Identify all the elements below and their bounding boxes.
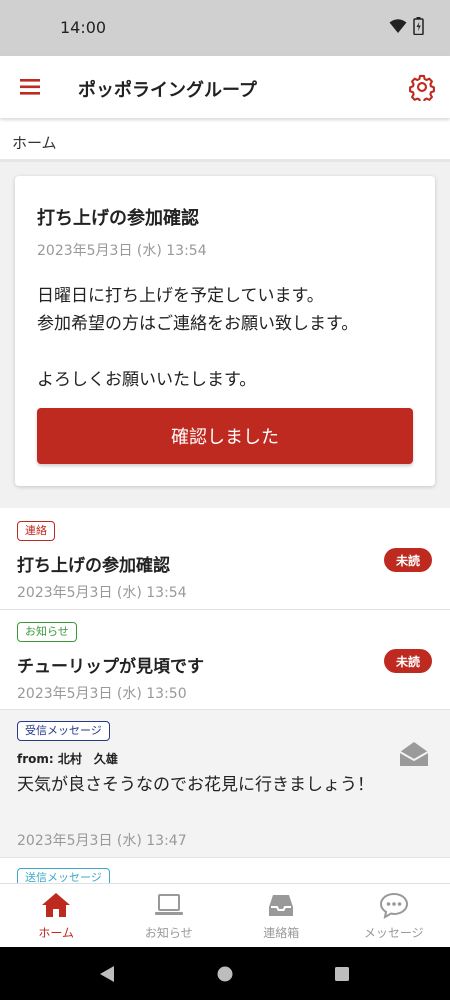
list-item[interactable]: 連絡 打ち上げの参加確認 未読 2023年5月3日 (水) 13:54 — [0, 508, 450, 610]
confirm-button[interactable]: 確認しました — [37, 408, 413, 464]
card-date: 2023年5月3日 (水) 13:54 — [37, 243, 207, 259]
nav-messages[interactable]: メッセージ — [338, 884, 450, 948]
system-nav-bar — [0, 947, 450, 1000]
app-title: ポッポライングループ — [78, 80, 257, 101]
message-sender: from: 北村 久雄 — [17, 752, 118, 766]
back-icon[interactable] — [98, 965, 116, 983]
nav-label: メッセージ — [363, 926, 424, 940]
nav-label: お知らせ — [144, 926, 193, 940]
card-body-line: よろしくお願いいたします。 — [37, 370, 257, 390]
message-body: 天気が良さそうなのでお花見に行きましょう！ — [17, 775, 374, 795]
hamburger-menu-icon — [20, 79, 40, 95]
status-time: 14:00 — [60, 18, 107, 37]
nav-notices[interactable]: お知らせ — [113, 884, 226, 948]
list-item[interactable]: 受信メッセージ from: 北村 久雄 天気が良さそうなのでお花見に行きましょう… — [0, 710, 450, 858]
item-title: チューリップが見頃です — [17, 657, 204, 677]
bottom-nav: ホーム お知らせ 連絡箱 メッセージ — [0, 883, 450, 947]
status-bar: 14:00 — [0, 0, 450, 56]
card-body-line — [37, 338, 358, 366]
card-title: 打ち上げの参加確認 — [37, 208, 199, 229]
notice-card: 打ち上げの参加確認 2023年5月3日 (水) 13:54 日曜日に打ち上げを予… — [15, 176, 435, 486]
item-date: 2023年5月3日 (水) 13:47 — [17, 833, 187, 849]
breadcrumb-home[interactable]: ホーム — [12, 132, 57, 153]
recent-apps-icon[interactable] — [334, 966, 350, 982]
app-header: ポッポライングループ — [0, 56, 450, 118]
list-item[interactable]: お知らせ チューリップが見頃です 未読 2023年5月3日 (水) 13:50 — [0, 610, 450, 710]
home-icon — [42, 893, 71, 917]
laptop-icon — [154, 894, 183, 915]
settings-button[interactable] — [408, 73, 436, 104]
status-icons — [389, 17, 424, 35]
category-tag: 送信メッセージ — [17, 868, 110, 883]
nav-label: ホーム — [38, 926, 75, 940]
inbox-icon — [269, 895, 294, 916]
category-tag: 受信メッセージ — [17, 721, 110, 741]
item-date: 2023年5月3日 (水) 13:50 — [17, 686, 187, 702]
breadcrumb: ホーム — [0, 118, 450, 162]
chat-bubble-icon — [379, 892, 408, 919]
unread-badge: 未読 — [384, 548, 432, 572]
item-date: 2023年5月3日 (水) 13:54 — [17, 585, 187, 601]
open-envelope-icon — [399, 742, 429, 766]
card-body-line: 日曜日に打ち上げを予定しています。 — [37, 286, 324, 306]
card-body-line: 参加希望の方はご連絡をお願い致します。 — [37, 314, 359, 334]
nav-contacts[interactable]: 連絡箱 — [225, 884, 338, 948]
list-item[interactable]: 送信メッセージ — [0, 858, 450, 883]
notification-list: 連絡 打ち上げの参加確認 未読 2023年5月3日 (水) 13:54 お知らせ… — [0, 508, 450, 883]
item-title: 打ち上げの参加確認 — [17, 556, 170, 576]
battery-icon — [413, 17, 424, 35]
nav-home[interactable]: ホーム — [0, 884, 113, 948]
unread-badge: 未読 — [384, 649, 432, 673]
wifi-icon — [389, 19, 407, 33]
gear-icon — [409, 74, 435, 104]
category-tag: お知らせ — [17, 622, 77, 642]
nav-label: 連絡箱 — [263, 926, 300, 940]
card-body: 日曜日に打ち上げを予定しています。 参加希望の方はご連絡をお願い致します。 よろ… — [37, 282, 358, 394]
home-circle-icon[interactable] — [216, 965, 234, 983]
menu-button[interactable] — [18, 74, 44, 100]
category-tag: 連絡 — [17, 521, 55, 541]
